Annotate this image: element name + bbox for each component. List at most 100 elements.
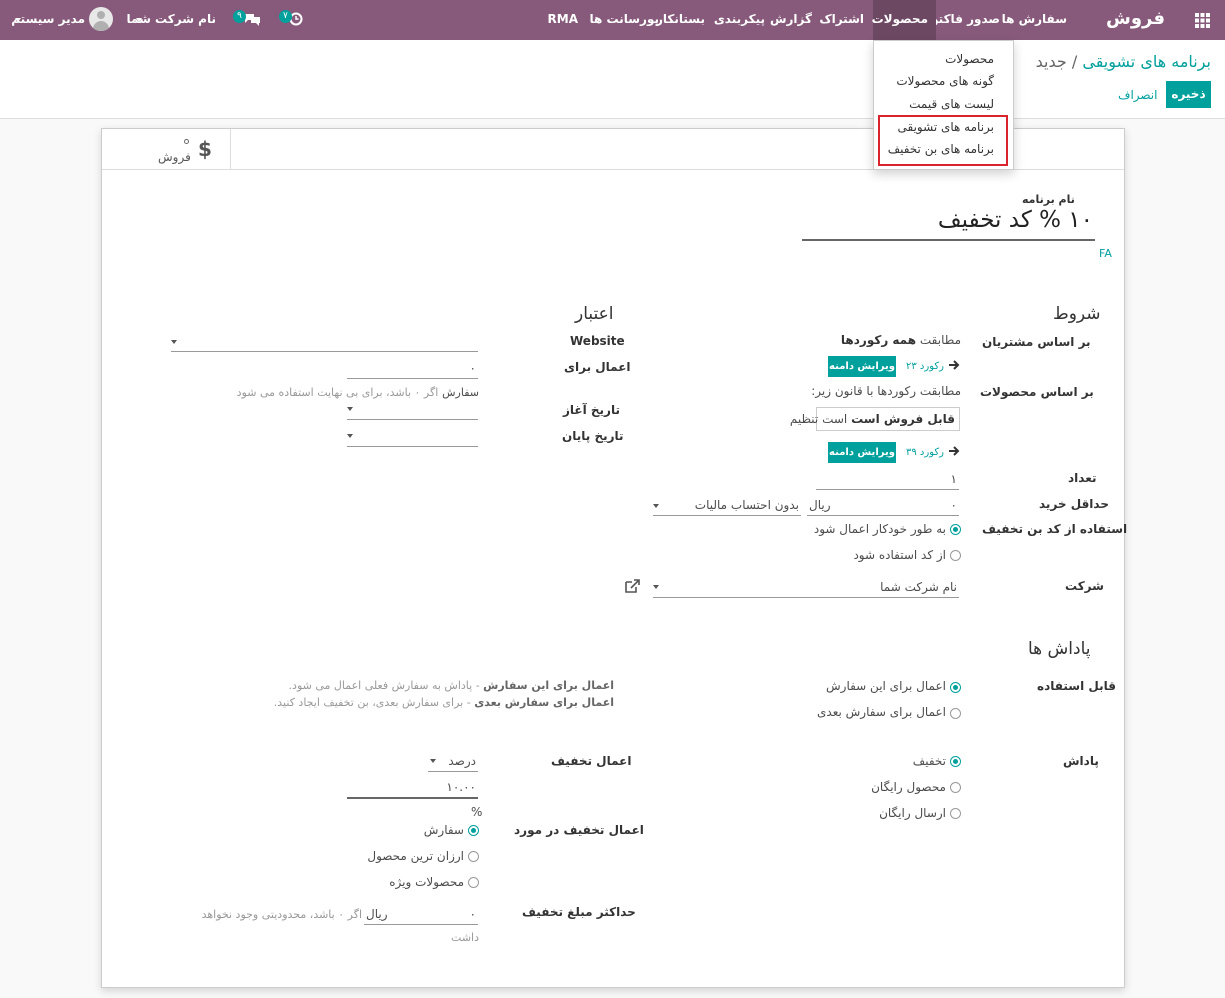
company-select[interactable]: نام شرکت شما	[653, 577, 959, 598]
apps-grid-icon[interactable]	[1195, 13, 1210, 28]
control-panel: برنامه های تشویقی / جدید ذخیره انصراف	[0, 40, 1225, 119]
discount-apply-label: اعمال تخفیف	[551, 754, 632, 768]
auto-apply-radio[interactable]	[950, 524, 961, 535]
tax-mode-caret-icon	[653, 504, 659, 508]
quantity-value: ۱	[950, 472, 957, 486]
website-select[interactable]	[171, 331, 478, 352]
company-switcher[interactable]: نام شرکت شما	[127, 12, 216, 26]
start-date-input[interactable]	[347, 399, 478, 420]
quantity-input[interactable]: ۱	[816, 469, 959, 490]
apply-for-label: اعمال برای	[564, 360, 631, 374]
external-link-icon[interactable]	[624, 578, 642, 594]
discount-on-order-radio[interactable]	[468, 825, 479, 836]
discard-button[interactable]: انصراف	[1118, 88, 1157, 102]
customers-label: بر اساس مشتریان	[982, 335, 1091, 349]
domain-rule-text: قابل فروش است است تنظیم	[790, 412, 955, 426]
applicable-label: قابل استفاده	[1037, 679, 1116, 693]
website-label: Website	[570, 334, 625, 348]
discount-type-caret-icon	[430, 759, 436, 763]
language-button[interactable]: FA	[1099, 247, 1112, 260]
sales-smart-button[interactable]: $ فروش	[102, 129, 231, 169]
form-sheet: $ فروش نام برنامه ۱۰ % کد تخفیف FA شروط …	[101, 128, 1128, 988]
menu-subscriptions[interactable]: اشتراک	[819, 12, 864, 26]
breadcrumb-current: جدید	[1035, 52, 1067, 71]
reward-discount-radio[interactable]	[950, 756, 961, 767]
company-label: شرکت	[1065, 579, 1104, 593]
domain-rule-suffix: است تنظیم	[789, 412, 848, 426]
dropdown-item-product-variants[interactable]: گونه های محصولات	[896, 74, 994, 88]
customers-records-link[interactable]: ۲۳ رکورد	[906, 361, 944, 372]
dropdown-item-products[interactable]: محصولات	[945, 52, 994, 66]
app-brand[interactable]: فروش	[1106, 8, 1165, 29]
products-edit-domain-button[interactable]: ویرایش دامنه	[828, 442, 896, 463]
company-value: نام شرکت شما	[880, 580, 957, 594]
dropdown-item-coupon-programs[interactable]: برنامه های بن تخفیف	[888, 142, 994, 156]
dropdown-item-promotion-programs[interactable]: برنامه های تشویقی	[898, 120, 994, 134]
user-menu[interactable]: مدیر سیستم	[11, 12, 85, 26]
max-discount-input[interactable]: ۰ ریال	[364, 904, 478, 925]
products-label: بر اساس محصولات	[980, 385, 1094, 399]
products-match-text: مطابقت رکوردها با قانون زیر:	[811, 384, 961, 398]
save-button[interactable]: ذخیره	[1166, 81, 1211, 108]
reward-discount-label: تخفیف	[912, 754, 946, 768]
discount-on-cheapest-radio[interactable]	[468, 851, 479, 862]
customers-edit-domain-button[interactable]: ویرایش دامنه	[828, 356, 896, 377]
dollar-icon: $	[198, 137, 212, 161]
applicable-help-1-text: - پاداش به سفارش فعلی اعمال می شود.	[288, 679, 480, 692]
menu-creditor[interactable]: بستانکار	[656, 12, 705, 26]
apply-for-unit-row: سفارش اگر ۰ باشد، برای بی نهایت استفاده …	[237, 385, 479, 399]
products-dropdown-menu: محصولات گونه های محصولات لیست های قیمت ب…	[873, 40, 1014, 170]
discount-on-label: اعمال تخفیف در مورد	[514, 823, 644, 837]
apply-for-unit: سفارش	[442, 386, 479, 399]
start-date-caret-icon	[347, 407, 353, 411]
menu-orders[interactable]: سفارش ها	[1002, 12, 1067, 26]
quantity-label: تعداد	[1068, 471, 1097, 485]
top-navbar: فروش سفارش ها صدور فاکتور محصولات اشتراک…	[0, 0, 1225, 40]
reward-free-product-label: محصول رایگان	[871, 780, 946, 794]
menu-configuration[interactable]: پیکربندی	[714, 12, 765, 26]
program-name-value: ۱۰ % کد تخفیف	[937, 207, 1093, 233]
apply-next-order-radio[interactable]	[950, 708, 961, 719]
domain-rule-bold: قابل فروش است	[851, 412, 955, 426]
min-purchase-value: ۰	[950, 498, 957, 512]
discount-value-input[interactable]: ۱۰.۰۰	[347, 777, 478, 799]
dropdown-item-pricelists[interactable]: لیست های قیمت	[909, 97, 994, 111]
coupon-use-label: استفاده از کد بن تخفیف	[982, 522, 1128, 536]
activity-count-badge: ۷	[279, 10, 292, 23]
rewards-heading: پاداش ها	[1028, 639, 1091, 659]
breadcrumb-separator: /	[1071, 52, 1078, 71]
applicable-help-2-bold: اعمال برای سفارش بعدی	[474, 696, 614, 709]
domain-rule-box[interactable]: قابل فروش است است تنظیم	[790, 407, 960, 431]
max-discount-hint-2: داشت	[451, 931, 479, 944]
reward-free-product-radio[interactable]	[950, 782, 961, 793]
smart-button-dot-shape	[184, 139, 189, 144]
products-records-link[interactable]: ۳۹ رکورد	[906, 447, 944, 458]
menu-products[interactable]: محصولات	[872, 12, 928, 26]
discount-on-specific-radio[interactable]	[468, 877, 479, 888]
validity-heading: اعتبار	[575, 304, 614, 324]
breadcrumb-parent[interactable]: برنامه های تشویقی	[1082, 52, 1211, 71]
applicable-help-1-bold: اعمال برای این سفارش	[483, 679, 614, 692]
menu-commissions[interactable]: پورسانت ها	[590, 12, 659, 26]
avatar[interactable]	[89, 7, 113, 31]
program-name-label: نام برنامه	[1022, 193, 1075, 206]
max-discount-hint-1: اگر ۰ باشد، محدودیتی وجود نخواهد	[201, 908, 362, 921]
percent-sign: %	[471, 805, 483, 819]
arrow-right-icon	[949, 360, 960, 370]
min-purchase-input[interactable]: ۰ ریال	[807, 495, 959, 516]
menu-reporting[interactable]: گزارش	[770, 12, 812, 26]
tax-mode-select[interactable]: بدون احتساب مالیات	[653, 495, 801, 516]
end-date-caret-icon	[347, 434, 353, 438]
end-date-input[interactable]	[347, 426, 478, 447]
discount-type-select[interactable]: درصد	[428, 751, 478, 772]
customers-match-prefix: مطابقت	[919, 333, 961, 347]
menu-rma[interactable]: RMA	[548, 12, 578, 26]
apply-current-order-radio[interactable]	[950, 682, 961, 693]
apply-for-input[interactable]: ۰	[347, 358, 478, 379]
reward-free-shipping-radio[interactable]	[950, 808, 961, 819]
apply-for-value: ۰	[469, 361, 476, 375]
breadcrumb: برنامه های تشویقی / جدید	[1036, 52, 1211, 71]
customers-match-text: مطابقت همه رکوردها	[841, 333, 961, 347]
program-name-field[interactable]: ۱۰ % کد تخفیف	[802, 207, 1095, 241]
use-code-radio[interactable]	[950, 550, 961, 561]
